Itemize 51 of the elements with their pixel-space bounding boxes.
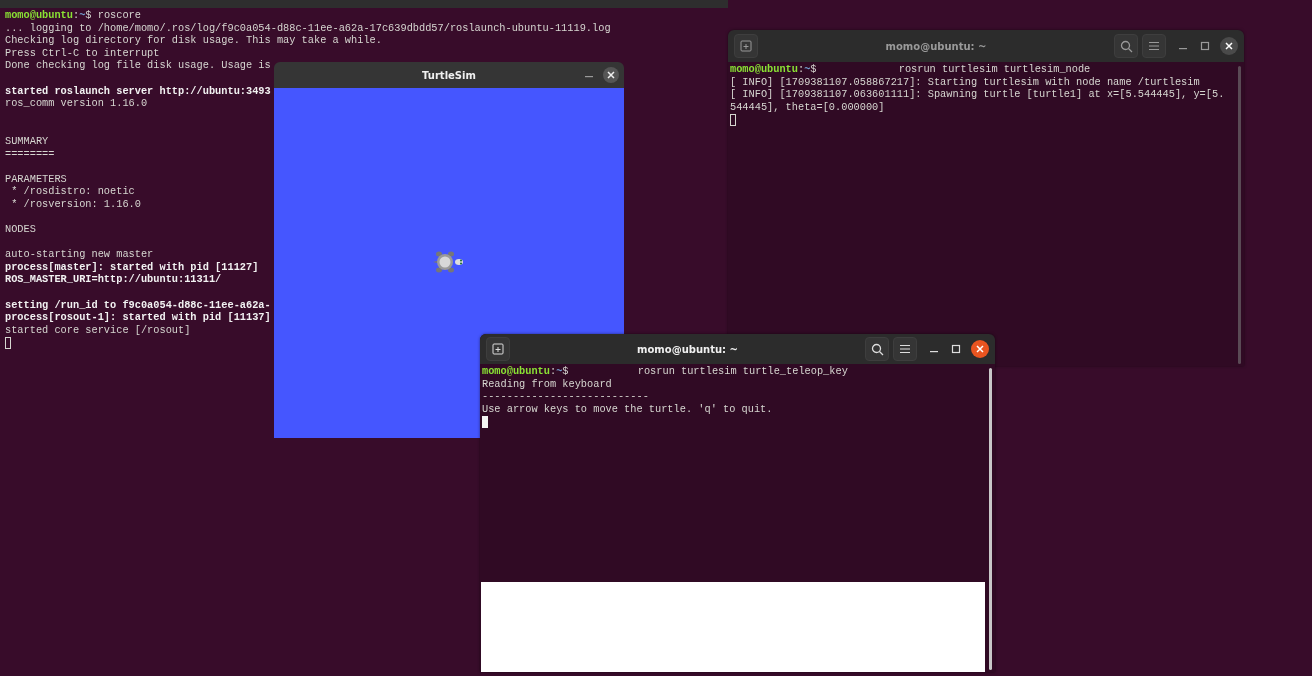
scrollbar[interactable] <box>1238 66 1241 364</box>
shell-prompt: momo@ubuntu:~$ <box>482 365 569 377</box>
search-icon <box>1119 39 1133 53</box>
output-text: setting /run_id to f9c0a054-d88c-11ee-a62a- <box>5 298 271 311</box>
output-text: Checking log directory for disk usage. This may take a while. <box>5 34 382 47</box>
turtle-drawing <box>432 250 464 274</box>
search-button[interactable] <box>865 337 889 361</box>
scrollbar[interactable] <box>989 368 992 670</box>
output-text: ROS_MASTER_URI=http://ubuntu:11311/ <box>5 273 222 286</box>
window-title: momo@ubuntu: ~ <box>636 343 739 355</box>
output-text: [ INFO] [1709381107.063601111]: Spawning turtle [turtle1] at x=[5.544445], y=[5. <box>730 88 1225 101</box>
window-title: TurtleSim <box>422 69 476 81</box>
new-tab-icon <box>740 40 752 52</box>
menu-button[interactable] <box>1142 34 1166 58</box>
output-text: --------------------------- <box>482 390 649 403</box>
menu-button[interactable] <box>893 337 917 361</box>
output-text: ros_comm version 1.16.0 <box>5 97 148 110</box>
close-icon[interactable] <box>1220 37 1238 55</box>
output-text: started core service [/rosout] <box>5 323 191 336</box>
output-text: process[master]: started with pid [11127] <box>5 260 259 273</box>
shell-prompt: momo@ubuntu:~$ <box>730 63 817 75</box>
menu-icon <box>899 344 911 354</box>
output-text: Use arrow keys to move the turtle. 'q' to quit. <box>482 402 773 415</box>
output-text: 544445], theta=[0.000000] <box>730 100 885 113</box>
search-icon <box>870 342 884 356</box>
command-text: rosrun turtlesim turtle_teleop_key <box>637 365 848 377</box>
close-icon[interactable] <box>603 67 619 83</box>
output-text: auto-starting new master <box>5 248 154 261</box>
text-cursor <box>5 336 11 349</box>
maximize-icon[interactable] <box>1200 41 1210 51</box>
output-text: Done checking log file disk usage. Usage is <box>5 59 271 72</box>
output-text: PARAMETERS <box>5 172 67 185</box>
window-title: momo@ubuntu: ~ <box>884 40 988 52</box>
command-line: momo@ubuntu:~$ roscore <box>5 9 142 22</box>
search-button[interactable] <box>1114 34 1138 58</box>
new-tab-button[interactable] <box>486 337 510 361</box>
output-text: * /rosversion: 1.16.0 <box>10 197 141 210</box>
output-text: process[rosout-1]: started with pid [11137] <box>5 311 271 324</box>
menu-icon <box>1148 41 1160 51</box>
output-text: Press Ctrl-C to interrupt <box>5 46 160 59</box>
command-text: rosrun turtlesim turtlesim_node <box>898 63 1091 75</box>
output-text: [ INFO] [1709381107.058867217]: Starting turtlesim with node name /turtlesim <box>730 75 1200 88</box>
output-text: started roslaunch server http://ubuntu:3493 <box>5 84 271 97</box>
output-text: ... logging to /home/momo/.ros/log/f9c0a054-d88c-11ee-a62a-17c639dbdd57/roslaunch-ubuntu-11119.log <box>5 21 611 34</box>
new-tab-icon <box>492 343 504 355</box>
output-text: SUMMARY <box>5 134 49 147</box>
output-text: * /rosdistro: noetic <box>10 185 135 198</box>
output-text: NODES <box>5 223 36 236</box>
close-icon[interactable] <box>971 340 989 358</box>
output-text: Reading from keyboard <box>482 377 612 390</box>
output-text: ======== <box>5 147 55 160</box>
